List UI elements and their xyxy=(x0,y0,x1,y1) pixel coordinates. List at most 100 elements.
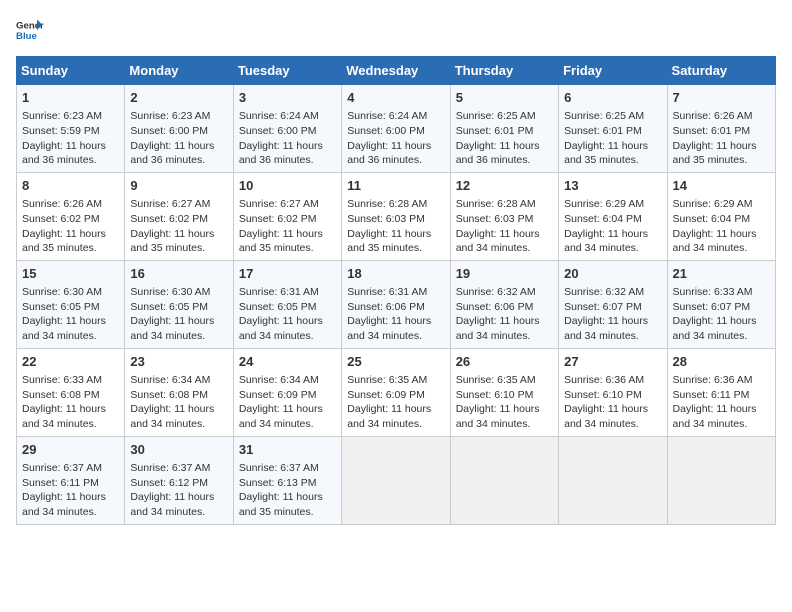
day-info-line: Daylight: 11 hours xyxy=(130,490,227,505)
calendar-cell: 21Sunrise: 6:33 AMSunset: 6:07 PMDayligh… xyxy=(667,260,775,348)
day-number: 8 xyxy=(22,177,119,195)
calendar-cell: 26Sunrise: 6:35 AMSunset: 6:10 PMDayligh… xyxy=(450,348,558,436)
day-info-line: Daylight: 11 hours xyxy=(673,227,770,242)
day-number: 16 xyxy=(130,265,227,283)
day-number: 4 xyxy=(347,89,444,107)
day-info-line: and 35 minutes. xyxy=(347,241,444,256)
calendar-cell: 6Sunrise: 6:25 AMSunset: 6:01 PMDaylight… xyxy=(559,85,667,173)
day-info-line: and 34 minutes. xyxy=(564,329,661,344)
day-number: 10 xyxy=(239,177,336,195)
calendar-cell: 31Sunrise: 6:37 AMSunset: 6:13 PMDayligh… xyxy=(233,436,341,524)
calendar-cell: 18Sunrise: 6:31 AMSunset: 6:06 PMDayligh… xyxy=(342,260,450,348)
day-number: 9 xyxy=(130,177,227,195)
calendar-cell: 14 Sunrise: 6:29 AMSunset: 6:04 PMDayligh… xyxy=(667,172,775,260)
day-info-line: and 34 minutes. xyxy=(347,417,444,432)
day-info-line: Sunset: 6:04 PM xyxy=(673,212,770,227)
calendar-cell: 23Sunrise: 6:34 AMSunset: 6:08 PMDayligh… xyxy=(125,348,233,436)
day-info-line: Sunrise: 6:35 AM xyxy=(347,373,444,388)
day-info-line: Sunrise: 6:28 AM xyxy=(456,197,553,212)
calendar-cell: 12Sunrise: 6:28 AMSunset: 6:03 PMDayligh… xyxy=(450,172,558,260)
logo-icon: General Blue xyxy=(16,16,44,44)
day-info-line: Sunset: 6:09 PM xyxy=(347,388,444,403)
day-info-line: Sunrise: 6:31 AM xyxy=(347,285,444,300)
day-info-line: Sunset: 6:03 PM xyxy=(456,212,553,227)
day-info-line: Sunset: 6:02 PM xyxy=(130,212,227,227)
day-info-line: Sunset: 6:07 PM xyxy=(564,300,661,315)
day-info-line: Sunset: 6:11 PM xyxy=(22,476,119,491)
day-info-line: and 35 minutes. xyxy=(673,153,770,168)
day-info-line: and 34 minutes. xyxy=(564,241,661,256)
day-info-line: Daylight: 11 hours xyxy=(239,139,336,154)
day-info-line: Sunrise: 6:27 AM xyxy=(130,197,227,212)
calendar-cell: 17Sunrise: 6:31 AMSunset: 6:05 PMDayligh… xyxy=(233,260,341,348)
logo: General Blue xyxy=(16,16,44,44)
day-info-line: and 34 minutes. xyxy=(673,241,770,256)
day-info-line: Daylight: 11 hours xyxy=(347,402,444,417)
day-info-line: Daylight: 11 hours xyxy=(456,227,553,242)
day-header-tuesday: Tuesday xyxy=(233,57,341,85)
day-info-line: Sunrise: 6:29 AM xyxy=(673,197,770,212)
day-info-line: Sunrise: 6:28 AM xyxy=(347,197,444,212)
calendar-cell: 2Sunrise: 6:23 AMSunset: 6:00 PMDaylight… xyxy=(125,85,233,173)
calendar-week-1: 1Sunrise: 6:23 AMSunset: 5:59 PMDaylight… xyxy=(17,85,776,173)
calendar-week-4: 22Sunrise: 6:33 AMSunset: 6:08 PMDayligh… xyxy=(17,348,776,436)
day-info-line: Sunrise: 6:32 AM xyxy=(564,285,661,300)
day-info-line: Sunrise: 6:34 AM xyxy=(130,373,227,388)
day-info-line: Daylight: 11 hours xyxy=(130,139,227,154)
day-info-line: and 35 minutes. xyxy=(239,505,336,520)
svg-text:Blue: Blue xyxy=(16,31,37,42)
day-info-line: Sunset: 6:02 PM xyxy=(239,212,336,227)
day-info-line: Daylight: 11 hours xyxy=(347,227,444,242)
day-info-line: Sunrise: 6:37 AM xyxy=(22,461,119,476)
calendar-body: 1Sunrise: 6:23 AMSunset: 5:59 PMDaylight… xyxy=(17,85,776,525)
day-info-line: Sunset: 6:06 PM xyxy=(456,300,553,315)
day-info-line: and 34 minutes. xyxy=(564,417,661,432)
day-info-line: Sunrise: 6:26 AM xyxy=(673,109,770,124)
day-info-line: and 36 minutes. xyxy=(239,153,336,168)
day-info-line: Sunrise: 6:24 AM xyxy=(347,109,444,124)
day-number: 11 xyxy=(347,177,444,195)
calendar-cell: 8Sunrise: 6:26 AMSunset: 6:02 PMDaylight… xyxy=(17,172,125,260)
day-number: 18 xyxy=(347,265,444,283)
calendar-cell: 28Sunrise: 6:36 AMSunset: 6:11 PMDayligh… xyxy=(667,348,775,436)
day-info-line: and 34 minutes. xyxy=(456,241,553,256)
day-info-line: Daylight: 11 hours xyxy=(22,227,119,242)
day-info-line: Sunset: 5:59 PM xyxy=(22,124,119,139)
calendar-cell: 7Sunrise: 6:26 AMSunset: 6:01 PMDaylight… xyxy=(667,85,775,173)
day-info-line: Sunrise: 6:31 AM xyxy=(239,285,336,300)
day-info-line: Sunset: 6:00 PM xyxy=(130,124,227,139)
day-info-line: Sunset: 6:03 PM xyxy=(347,212,444,227)
day-number: 20 xyxy=(564,265,661,283)
day-number: 27 xyxy=(564,353,661,371)
day-info-line: Sunset: 6:00 PM xyxy=(347,124,444,139)
day-header-monday: Monday xyxy=(125,57,233,85)
day-info-line: Sunrise: 6:24 AM xyxy=(239,109,336,124)
day-info-line: Sunrise: 6:34 AM xyxy=(239,373,336,388)
day-info-line: and 34 minutes. xyxy=(456,417,553,432)
day-info-line: Sunset: 6:06 PM xyxy=(347,300,444,315)
day-info-line: Daylight: 11 hours xyxy=(22,314,119,329)
day-info-line: Sunrise: 6:23 AM xyxy=(22,109,119,124)
day-info-line: Daylight: 11 hours xyxy=(239,227,336,242)
day-info-line: Daylight: 11 hours xyxy=(456,402,553,417)
day-info-line: and 34 minutes. xyxy=(130,505,227,520)
calendar-cell xyxy=(450,436,558,524)
calendar-cell: 20Sunrise: 6:32 AMSunset: 6:07 PMDayligh… xyxy=(559,260,667,348)
day-info-line: Sunset: 6:01 PM xyxy=(673,124,770,139)
calendar-week-3: 15Sunrise: 6:30 AMSunset: 6:05 PMDayligh… xyxy=(17,260,776,348)
calendar-cell: 3Sunrise: 6:24 AMSunset: 6:00 PMDaylight… xyxy=(233,85,341,173)
day-number: 26 xyxy=(456,353,553,371)
day-number: 31 xyxy=(239,441,336,459)
day-info-line: and 36 minutes. xyxy=(130,153,227,168)
day-info-line: and 34 minutes. xyxy=(673,417,770,432)
day-header-friday: Friday xyxy=(559,57,667,85)
day-info-line: Sunset: 6:10 PM xyxy=(564,388,661,403)
day-info-line: and 35 minutes. xyxy=(130,241,227,256)
day-info-line: Daylight: 11 hours xyxy=(22,139,119,154)
day-number: 2 xyxy=(130,89,227,107)
day-info-line: and 34 minutes. xyxy=(456,329,553,344)
calendar-cell: 24Sunrise: 6:34 AMSunset: 6:09 PMDayligh… xyxy=(233,348,341,436)
day-header-wednesday: Wednesday xyxy=(342,57,450,85)
day-number: 14 xyxy=(673,177,770,195)
day-info-line: Sunset: 6:09 PM xyxy=(239,388,336,403)
